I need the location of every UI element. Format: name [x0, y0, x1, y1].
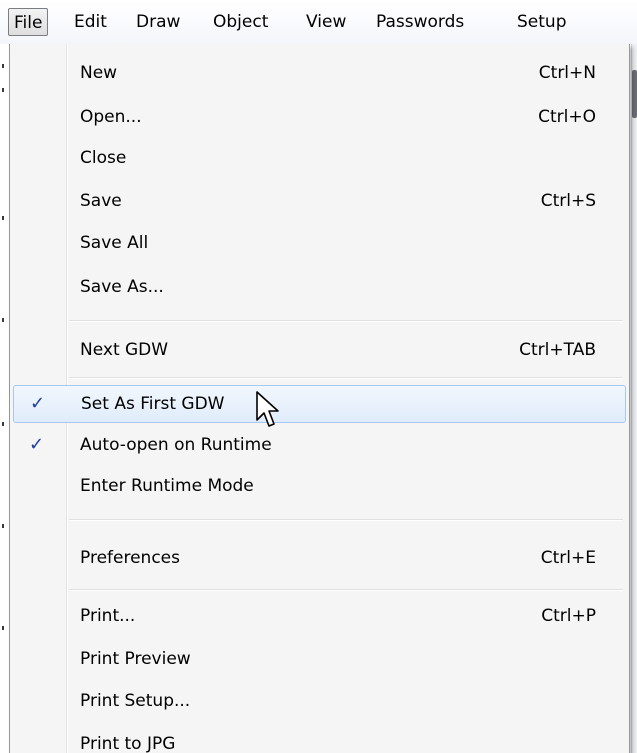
check-icon: ✓: [29, 434, 45, 455]
ruler-tick: [2, 524, 4, 528]
file-menu-dropdown: New Ctrl+N Open... Ctrl+O Close Save Ctr…: [9, 44, 630, 753]
menu-item-label: Print Preview: [80, 649, 191, 669]
menu-setup[interactable]: Setup: [517, 8, 566, 36]
menu-item-print[interactable]: Print... Ctrl+P: [13, 599, 626, 633]
menu-item-auto-open-on-runtime[interactable]: ✓ Auto-open on Runtime: [13, 428, 626, 462]
menu-item-save-as[interactable]: Save As...: [13, 270, 626, 304]
background-window-edge: [0, 44, 8, 753]
menu-item-label: Open...: [80, 107, 142, 127]
menu-item-label: Set As First GDW: [81, 394, 225, 414]
menu-item-preferences[interactable]: Preferences Ctrl+E: [13, 541, 626, 575]
menu-separator: [69, 589, 623, 591]
menu-item-next-gdw[interactable]: Next GDW Ctrl+TAB: [13, 333, 626, 367]
menu-item-shortcut: Ctrl+P: [541, 606, 596, 626]
menu-item-open[interactable]: Open... Ctrl+O: [13, 100, 626, 134]
menu-item-print-to-jpg[interactable]: Print to JPG: [13, 727, 626, 753]
ruler-tick: [2, 422, 4, 426]
menu-item-label: Enter Runtime Mode: [80, 476, 254, 496]
ruler-tick: [2, 88, 4, 92]
menu-item-enter-runtime-mode[interactable]: Enter Runtime Mode: [13, 469, 626, 503]
check-icon: ✓: [30, 393, 46, 414]
menu-item-print-preview[interactable]: Print Preview: [13, 642, 626, 676]
menu-item-label: Close: [80, 148, 127, 168]
menu-edit[interactable]: Edit: [74, 8, 107, 36]
screen: File Edit Draw Object View Passwords Set…: [0, 0, 637, 753]
menu-item-label: Print...: [80, 606, 136, 626]
menu-item-label: Save All: [80, 233, 149, 253]
menu-item-label: Print Setup...: [80, 691, 191, 711]
menu-item-new[interactable]: New Ctrl+N: [13, 56, 626, 90]
menu-item-save[interactable]: Save Ctrl+S: [13, 184, 626, 218]
menu-item-close[interactable]: Close: [13, 141, 626, 175]
scrollbar-thumb[interactable]: [632, 70, 637, 118]
menu-item-label: New: [80, 63, 118, 83]
menu-separator: [69, 377, 623, 379]
ruler-tick: [2, 318, 4, 322]
ruler-tick: [2, 626, 4, 630]
menu-separator: [69, 519, 623, 521]
menu-item-label: Print to JPG: [80, 734, 176, 753]
ruler-tick: [2, 216, 4, 220]
menu-item-shortcut: Ctrl+N: [538, 63, 596, 83]
menu-item-shortcut: Ctrl+S: [540, 191, 596, 211]
menu-item-shortcut: Ctrl+E: [540, 548, 596, 568]
menu-item-label: Auto-open on Runtime: [80, 435, 272, 455]
menu-separator: [69, 320, 623, 322]
ruler-tick: [2, 64, 4, 68]
menu-draw[interactable]: Draw: [136, 8, 180, 36]
menu-item-set-as-first-gdw[interactable]: ✓ Set As First GDW: [13, 385, 626, 423]
menu-item-label: Next GDW: [80, 340, 169, 360]
menu-item-shortcut: Ctrl+O: [538, 107, 596, 127]
menu-item-shortcut: Ctrl+TAB: [519, 340, 596, 360]
menu-bar: File Edit Draw Object View Passwords Set…: [0, 0, 637, 44]
menu-view[interactable]: View: [306, 8, 346, 36]
menu-item-save-all[interactable]: Save All: [13, 226, 626, 260]
background-window-scrollbar[interactable]: [631, 44, 637, 753]
menu-item-label: Save: [80, 191, 122, 211]
menu-item-print-setup[interactable]: Print Setup...: [13, 684, 626, 718]
menu-object[interactable]: Object: [213, 8, 268, 36]
menu-passwords[interactable]: Passwords: [376, 8, 464, 36]
menu-item-label: Preferences: [80, 548, 180, 568]
menu-file[interactable]: File: [8, 8, 49, 36]
menu-item-label: Save As...: [80, 277, 164, 297]
